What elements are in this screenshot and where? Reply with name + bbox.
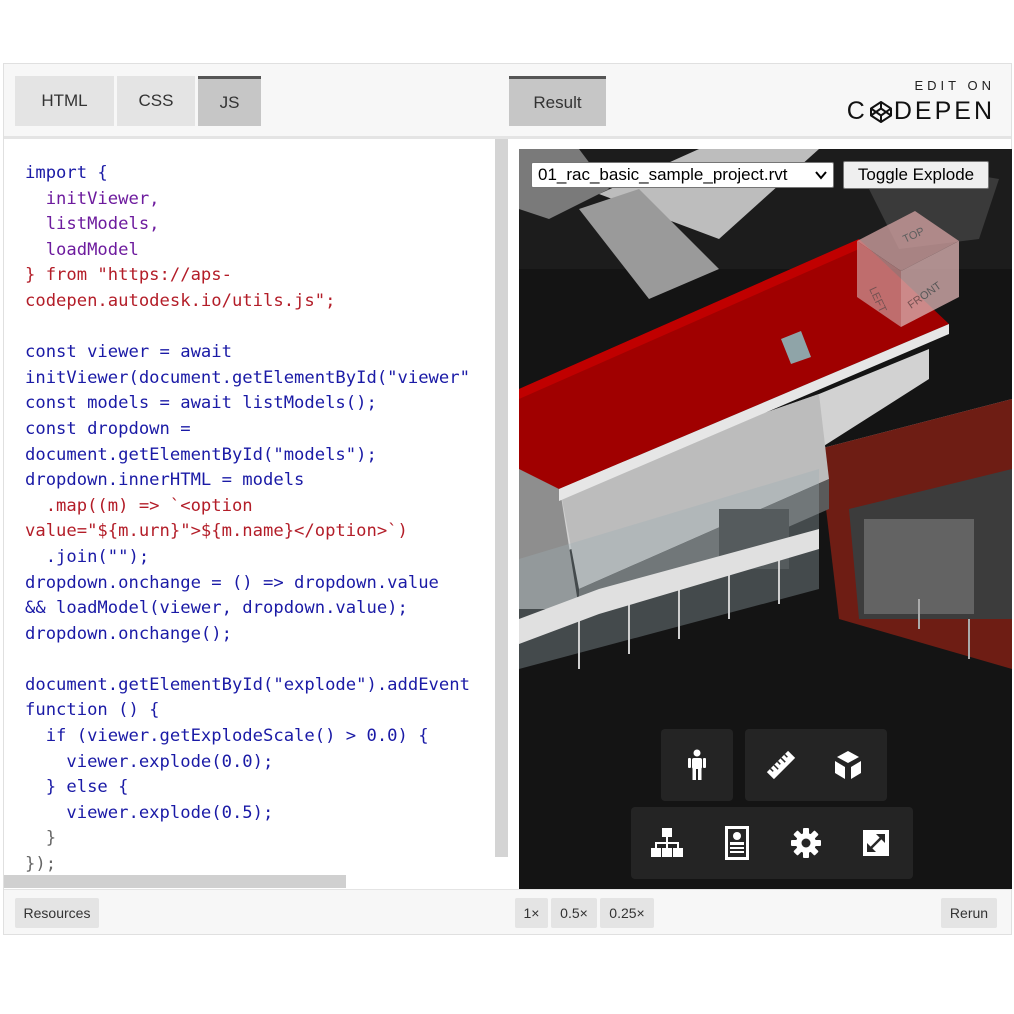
codepen-wordmark: C DEPEN bbox=[847, 97, 995, 126]
code-line: const models = await listModels(); bbox=[25, 393, 377, 414]
properties-button[interactable] bbox=[708, 813, 766, 873]
code-line: .map((m) => `<option bbox=[25, 495, 253, 516]
brand-letters-depen: DEPEN bbox=[893, 97, 995, 125]
model-browser-button[interactable] bbox=[638, 813, 696, 873]
ruler-icon bbox=[766, 750, 796, 780]
tab-js[interactable]: JS bbox=[198, 76, 261, 126]
tab-css[interactable]: CSS bbox=[117, 76, 195, 126]
brand-edit-on: EDIT ON bbox=[914, 78, 995, 93]
code-line: viewer.explode(0.5); bbox=[25, 802, 274, 823]
code-line: dropdown.onchange = () => dropdown.value bbox=[25, 572, 439, 593]
fullscreen-icon bbox=[863, 830, 889, 856]
code-line: value="${m.urn}">${m.name}</option>`) bbox=[25, 521, 408, 542]
chevron-down-icon bbox=[815, 171, 827, 180]
rerun-button[interactable]: Rerun bbox=[941, 898, 997, 928]
model-tree-icon bbox=[651, 828, 683, 857]
code-line: initViewer(document.getElementById("view… bbox=[25, 367, 470, 388]
models-dropdown[interactable]: 01_rac_basic_sample_project.rvt bbox=[531, 162, 834, 188]
person-icon bbox=[688, 749, 706, 780]
cube-explode-icon bbox=[835, 751, 861, 779]
viewer-canvas[interactable]: TOP LEFT FRONT 01_rac_basic_sample_proje… bbox=[519, 149, 1012, 889]
code-line: }); bbox=[25, 854, 57, 875]
code-line: viewer.explode(0.0); bbox=[25, 751, 274, 772]
codepen-embed: HTML CSS JS Result EDIT ON C DEPEN impor… bbox=[3, 63, 1012, 935]
brand-letter-c: C bbox=[846, 97, 868, 125]
code-line: } bbox=[25, 828, 57, 849]
code-line: .join(""); bbox=[25, 546, 150, 567]
vertical-scrollbar[interactable] bbox=[495, 139, 508, 857]
settings-button[interactable] bbox=[777, 813, 835, 873]
zoom-05x-button[interactable]: 0.5× bbox=[551, 898, 597, 928]
code-line: function () { bbox=[25, 700, 160, 721]
code-line: const viewer = await bbox=[25, 342, 232, 363]
code-line: listModels, bbox=[25, 214, 160, 235]
code-line: loadModel bbox=[25, 239, 139, 260]
edit-on-codepen-link[interactable]: EDIT ON C DEPEN bbox=[847, 78, 995, 126]
models-dropdown-value: 01_rac_basic_sample_project.rvt bbox=[538, 165, 788, 184]
code-line: } from "https://aps- bbox=[25, 265, 232, 286]
fullscreen-button[interactable] bbox=[847, 813, 905, 873]
embed-header: HTML CSS JS Result EDIT ON C DEPEN bbox=[4, 64, 1011, 139]
embed-footer: Resources 1× 0.5× 0.25× Rerun bbox=[4, 889, 1011, 934]
toggle-explode-button[interactable]: Toggle Explode bbox=[843, 161, 989, 189]
tab-result[interactable]: Result bbox=[509, 76, 606, 126]
tab-html[interactable]: HTML bbox=[15, 76, 114, 126]
code-line: const dropdown = bbox=[25, 418, 191, 439]
zoom-025x-button[interactable]: 0.25× bbox=[600, 898, 654, 928]
measure-button[interactable] bbox=[752, 735, 810, 795]
code-line: dropdown.innerHTML = models bbox=[25, 470, 305, 491]
properties-icon bbox=[725, 826, 749, 860]
horizontal-scrollbar[interactable] bbox=[4, 875, 346, 888]
js-code-editor[interactable]: import { initViewer, listModels, loadMod… bbox=[4, 139, 511, 889]
settings-toolbar bbox=[631, 807, 913, 879]
explode-tool-button[interactable] bbox=[819, 735, 877, 795]
code-line: } else { bbox=[25, 777, 129, 798]
code-line: document.getElementById("models"); bbox=[25, 444, 377, 465]
code-line: document.getElementById("explode").addEv… bbox=[25, 674, 470, 695]
first-person-button[interactable] bbox=[668, 735, 726, 795]
zoom-1x-button[interactable]: 1× bbox=[515, 898, 548, 928]
codepen-logo-icon bbox=[869, 100, 892, 123]
code-line: dropdown.onchange(); bbox=[25, 623, 232, 644]
code-content: import { initViewer, listModels, loadMod… bbox=[25, 161, 470, 878]
code-line: codepen.autodesk.io/utils.js"; bbox=[25, 290, 336, 311]
code-line: initViewer, bbox=[25, 188, 160, 209]
navigation-toolbar bbox=[661, 729, 733, 801]
settings-gear-icon bbox=[791, 828, 821, 858]
resources-button[interactable]: Resources bbox=[15, 898, 99, 928]
code-line: import { bbox=[25, 163, 108, 183]
code-line: && loadModel(viewer, dropdown.value); bbox=[25, 598, 408, 619]
code-line: if (viewer.getExplodeScale() > 0.0) { bbox=[25, 726, 429, 747]
measure-toolbar bbox=[745, 729, 887, 801]
